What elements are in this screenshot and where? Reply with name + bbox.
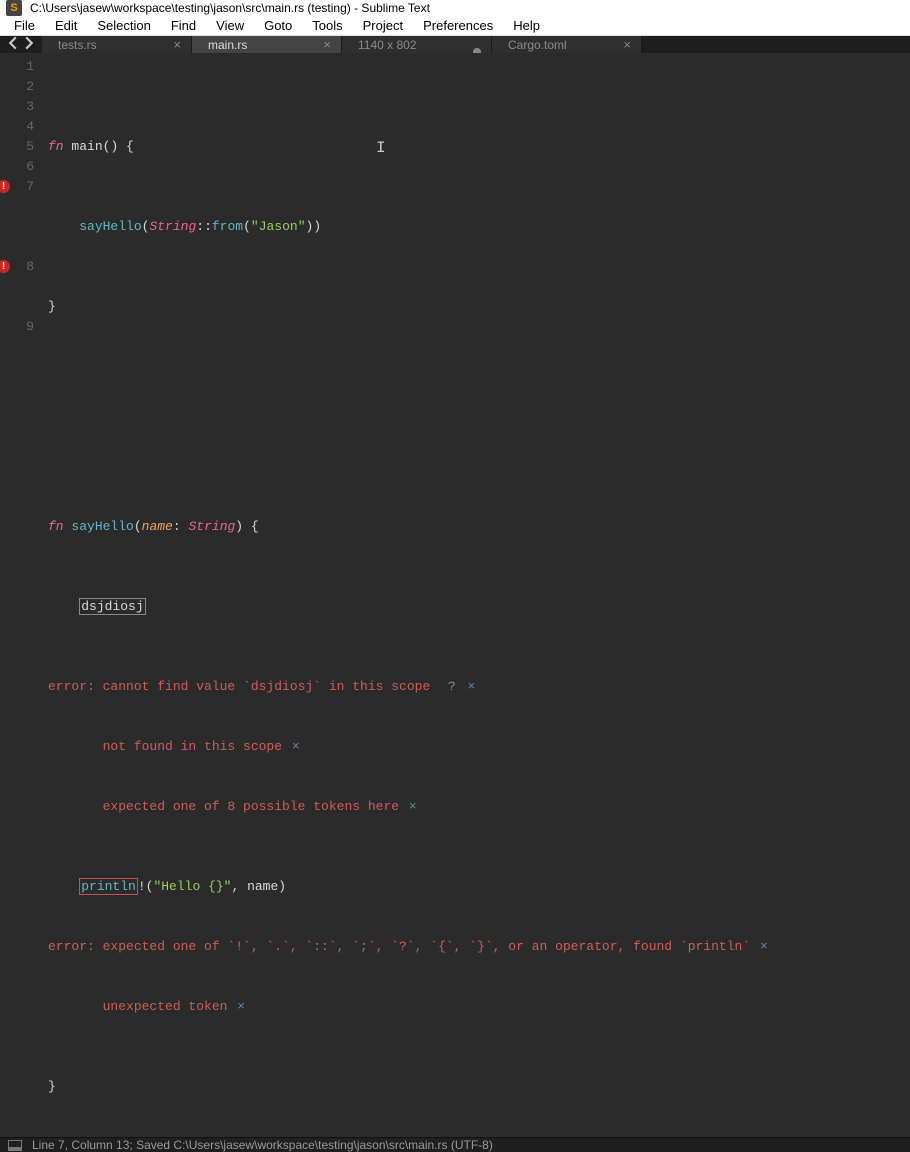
error-icon[interactable]	[0, 180, 10, 193]
error-help-icon[interactable]: ?	[446, 679, 458, 694]
line-number: 1	[0, 57, 34, 77]
line-number: 6	[0, 157, 34, 177]
code-line: }	[48, 1077, 910, 1097]
error-token: println	[79, 878, 138, 895]
code-line: fn sayHello(name: String) {	[48, 517, 910, 537]
app-icon	[6, 0, 22, 16]
line-number	[0, 197, 34, 217]
statusbar: Line 7, Column 13; Saved C:\Users\jasew\…	[0, 1137, 910, 1152]
status-text: Line 7, Column 13; Saved C:\Users\jasew\…	[32, 1138, 493, 1152]
code-line: fn main() {	[48, 137, 910, 157]
menu-selection[interactable]: Selection	[87, 16, 160, 35]
code-line: println!("Hello {}", name)	[48, 877, 910, 897]
gutter: 1 2 3 4 5 6 7 8 9	[0, 53, 42, 1137]
error-dismiss-icon[interactable]: ×	[235, 999, 247, 1014]
code-line: sayHello(String::from("Jason"))	[48, 217, 910, 237]
tab-label: 1140 x 802	[358, 38, 417, 52]
tab-nav	[0, 36, 42, 53]
menu-preferences[interactable]: Preferences	[413, 16, 503, 35]
menu-view[interactable]: View	[206, 16, 254, 35]
code-line: dsjdiosj	[48, 597, 910, 617]
tabbar: tests.rs × main.rs × 1140 x 802 Cargo.to…	[0, 36, 910, 53]
tab-history-forward-icon[interactable]	[22, 36, 36, 53]
window-title: C:\Users\jasew\workspace\testing\jason\s…	[30, 1, 430, 15]
menu-project[interactable]: Project	[353, 16, 413, 35]
tab-label: main.rs	[208, 38, 247, 52]
line-number	[0, 217, 34, 237]
tab-cargo[interactable]: Cargo.toml ×	[492, 36, 642, 53]
error-dismiss-icon[interactable]: ×	[290, 739, 302, 754]
code-line: }	[48, 297, 910, 317]
line-number: 7	[0, 177, 34, 197]
menu-find[interactable]: Find	[161, 16, 206, 35]
inline-error: not found in this scope ×	[48, 737, 910, 757]
menubar: File Edit Selection Find View Goto Tools…	[0, 16, 910, 36]
line-number: 8	[0, 257, 34, 277]
tab-label: tests.rs	[58, 38, 97, 52]
tab-history-back-icon[interactable]	[6, 36, 20, 53]
panel-toggle-icon[interactable]	[8, 1140, 22, 1151]
line-number: 9	[0, 317, 34, 337]
menu-file[interactable]: File	[4, 16, 45, 35]
line-number	[0, 237, 34, 257]
close-icon[interactable]: ×	[323, 38, 331, 51]
code-line	[48, 437, 910, 457]
line-number: 4	[0, 117, 34, 137]
error-dismiss-icon[interactable]: ×	[758, 939, 770, 954]
close-icon[interactable]: ×	[623, 38, 631, 51]
line-number	[0, 297, 34, 317]
error-dismiss-icon[interactable]: ×	[407, 799, 419, 814]
tab-untitled[interactable]: 1140 x 802	[342, 36, 492, 53]
error-icon[interactable]	[0, 260, 10, 273]
line-number: 3	[0, 97, 34, 117]
error-token: dsjdiosj	[79, 598, 145, 615]
inline-error: unexpected token ×	[48, 997, 910, 1017]
editor[interactable]: 1 2 3 4 5 6 7 8 9 I fn main() { sayHello…	[0, 53, 910, 1137]
inline-error: error: cannot find value `dsjdiosj` in t…	[48, 677, 910, 697]
tab-tests[interactable]: tests.rs ×	[42, 36, 192, 53]
menu-edit[interactable]: Edit	[45, 16, 87, 35]
menu-goto[interactable]: Goto	[254, 16, 302, 35]
line-number: 5	[0, 137, 34, 157]
inline-error: error: expected one of `!`, `.`, `::`, `…	[48, 937, 910, 957]
titlebar: C:\Users\jasew\workspace\testing\jason\s…	[0, 0, 910, 16]
tab-main[interactable]: main.rs ×	[192, 36, 342, 53]
tab-label: Cargo.toml	[508, 38, 567, 52]
menu-help[interactable]: Help	[503, 16, 550, 35]
inline-error: expected one of 8 possible tokens here ×	[48, 797, 910, 817]
close-icon[interactable]: ×	[173, 38, 181, 51]
code-area[interactable]: I fn main() { sayHello(String::from("Jas…	[42, 53, 910, 1137]
menu-tools[interactable]: Tools	[302, 16, 352, 35]
error-dismiss-icon[interactable]: ×	[466, 679, 478, 694]
code-line	[48, 377, 910, 397]
line-number	[0, 277, 34, 297]
line-number: 2	[0, 77, 34, 97]
